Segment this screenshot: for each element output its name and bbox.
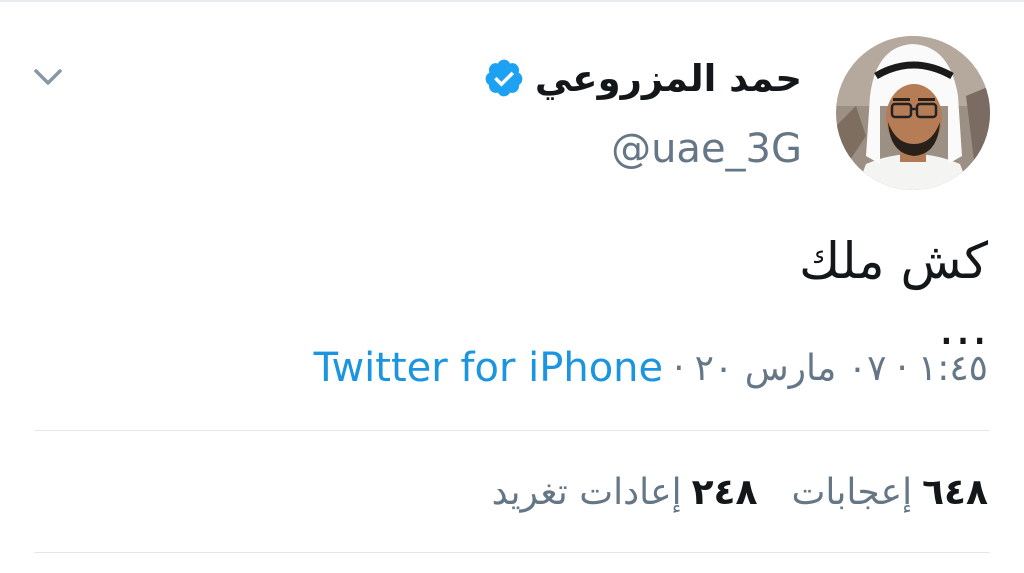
tweet-time[interactable]: ١:٤٥ (918, 348, 988, 389)
tweet-meta: ١:٤٥ · ٠٧ مارس ٢٠ · Twitter for iPhone (314, 340, 988, 396)
divider (34, 552, 990, 553)
avatar[interactable] (836, 36, 990, 190)
retweets-label: إعادات تغريد (491, 471, 682, 513)
author-name-row[interactable]: حمد المزروعي (483, 52, 802, 104)
tweet-date[interactable]: ٠٧ مارس ٢٠ (695, 348, 887, 389)
retweets-stat[interactable]: ٢٤٨ إعادات تغريد (492, 472, 758, 513)
chevron-down-icon[interactable] (30, 62, 66, 92)
author-handle[interactable]: @uae_3G (611, 126, 802, 172)
likes-count: ٦٤٨ (922, 471, 988, 513)
top-border (0, 0, 1024, 2)
meta-separator: · (896, 347, 908, 389)
likes-stat[interactable]: ٦٤٨ إعجابات (792, 472, 989, 513)
meta-separator: · (673, 347, 685, 389)
divider (34, 430, 990, 431)
author-display-name[interactable]: حمد المزروعي (535, 57, 802, 100)
tweet-source-link[interactable]: Twitter for iPhone (314, 345, 664, 391)
tweet-card: حمد المزروعي @uae_3G كش ملك … ١:٤٥ · ٠٧ … (0, 0, 1024, 573)
likes-label: إعجابات (791, 471, 913, 513)
retweets-count: ٢٤٨ (691, 471, 758, 513)
tweet-stats: ٢٤٨ إعادات تغريد ٦٤٨ إعجابات (492, 462, 988, 522)
verified-badge-icon (485, 59, 523, 97)
